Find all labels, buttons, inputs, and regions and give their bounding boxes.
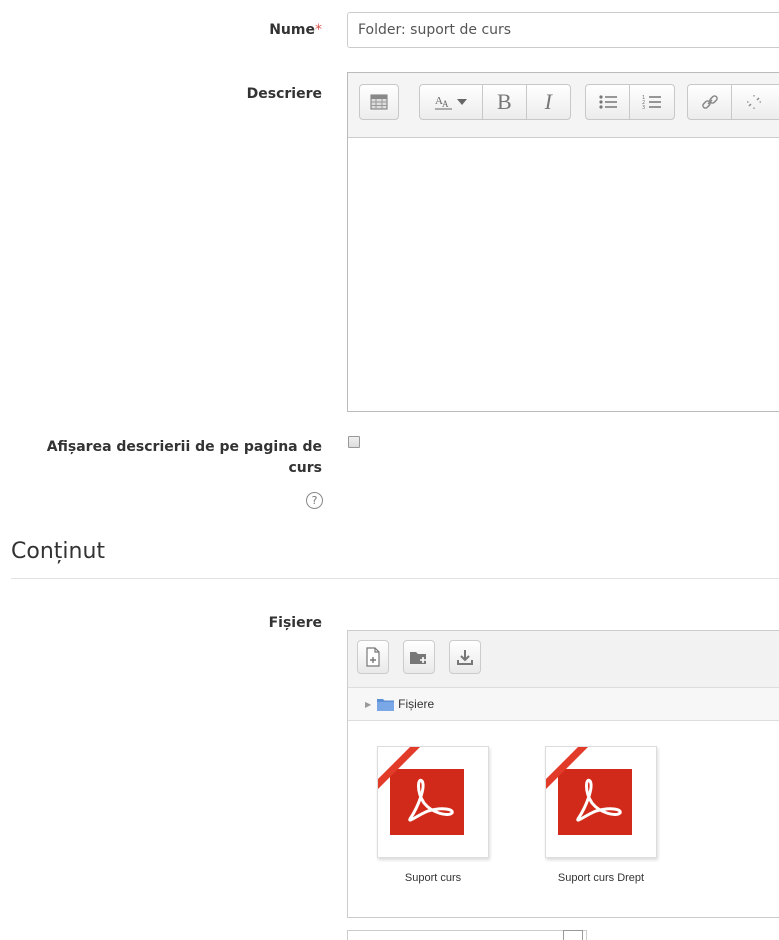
download-button[interactable] (449, 640, 481, 674)
file-item[interactable]: Suport curs Drept (545, 746, 657, 884)
link-icon[interactable] (688, 85, 732, 119)
numbered-list-icon[interactable]: 123 (630, 85, 674, 119)
file-name: Suport curs Drept (557, 872, 645, 884)
file-thumbnail (545, 746, 657, 858)
nume-label: Nume* (269, 22, 322, 38)
nume-label-text: Nume (269, 22, 315, 38)
svg-text:3: 3 (642, 105, 645, 110)
table-icon[interactable] (360, 85, 398, 119)
show-description-label-line2: curs (288, 460, 322, 476)
italic-button[interactable]: I (527, 85, 570, 119)
add-file-icon (366, 647, 380, 667)
description-editor[interactable]: AA B I 123 (347, 72, 779, 412)
nume-input[interactable]: Folder: suport de curs (347, 12, 779, 48)
bottom-field[interactable] (347, 930, 587, 940)
font-size-icon[interactable]: AA (420, 85, 484, 119)
pdf-icon (378, 747, 464, 835)
pdf-icon (546, 747, 632, 835)
download-icon (457, 650, 473, 665)
bold-button[interactable]: B (483, 85, 527, 119)
folder-icon (377, 698, 395, 711)
section-title[interactable]: Conținut (11, 539, 105, 564)
create-folder-icon (410, 652, 426, 664)
files-label: Fișiere (268, 615, 322, 631)
file-path-bar: ▶ Fișiere (348, 688, 779, 721)
show-description-label: Afișarea descrierii de pe pagina de curs (0, 437, 322, 479)
show-description-checkbox[interactable] (348, 436, 360, 448)
create-folder-button[interactable] (403, 640, 435, 674)
path-folder-label[interactable]: Fișiere (398, 697, 434, 711)
bottom-field-handle[interactable] (563, 930, 583, 940)
expand-arrow-icon[interactable]: ▶ (365, 700, 371, 709)
italic-icon: I (544, 89, 552, 114)
file-manager: ▶ Fișiere Suport curs Suport curs Drept (347, 630, 779, 918)
toolbar-group-links (687, 84, 779, 120)
file-thumbnail (377, 746, 489, 858)
file-manager-toolbar (348, 631, 779, 688)
file-name: Suport curs (404, 872, 462, 884)
help-icon[interactable]: ? (306, 492, 323, 509)
required-mark: * (315, 22, 322, 38)
svg-text:A: A (442, 99, 449, 109)
file-item[interactable]: Suport curs (377, 746, 489, 884)
bullet-list-icon[interactable] (586, 85, 630, 119)
descriere-label: Descriere (246, 86, 322, 102)
bold-icon: B (497, 89, 512, 114)
toolbar-group-format: AA B I (419, 84, 571, 120)
unlink-icon[interactable] (732, 85, 776, 119)
toolbar-group-table (359, 84, 399, 120)
editor-toolbar: AA B I 123 (348, 73, 779, 138)
toolbar-group-lists: 123 (585, 84, 675, 120)
section-divider (11, 578, 779, 579)
add-file-button[interactable] (357, 640, 389, 674)
show-description-label-line1: Afișarea descrierii de pe pagina de (46, 439, 322, 455)
